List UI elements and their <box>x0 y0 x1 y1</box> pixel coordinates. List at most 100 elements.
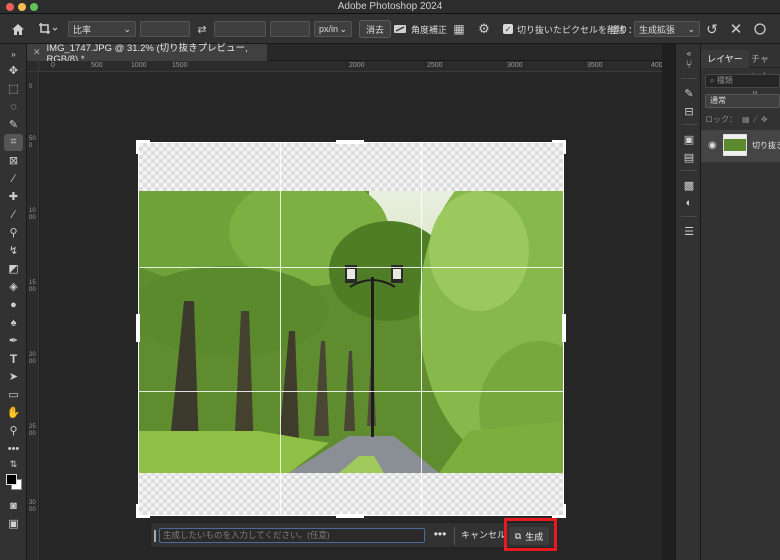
dodge-tool-icon[interactable]: ♠ <box>4 314 23 331</box>
prompt-input[interactable]: 生成したいものを入力してください。(任意) <box>159 528 425 543</box>
vertical-ruler: 0 500 1000 1500 2000 2500 3000 <box>27 72 39 560</box>
delete-cropped-checkbox[interactable]: ✓ 切り抜いたピクセルを削除 <box>503 20 625 38</box>
screen-mode-icon[interactable]: ▣ <box>4 515 23 532</box>
document-tab-bar: ✕ IMG_1747.JPG @ 31.2% (切り抜きプレビュー, RGB/8… <box>27 43 675 65</box>
fill-select[interactable]: 生成拡張 ⌄ <box>634 21 700 37</box>
history-brush-tool-icon[interactable]: ↯ <box>4 242 23 259</box>
straighten-icon[interactable] <box>392 20 408 38</box>
blur-tool-icon[interactable]: ● <box>4 296 23 313</box>
title-bar: Adobe Photoshop 2024 <box>0 0 780 14</box>
crop-handle-top[interactable] <box>336 140 364 144</box>
marquee-tool-icon[interactable]: ⬚ <box>4 80 23 97</box>
lock-label: ロック： <box>705 115 737 124</box>
ruler-label: 500 <box>91 62 103 69</box>
unit-select[interactable]: px/in ⌄ <box>314 21 352 37</box>
resolution-field[interactable] <box>270 21 310 37</box>
ruler-label: 2500 <box>427 62 443 69</box>
clear-button[interactable]: 消去 <box>359 20 392 38</box>
crop-handle-right[interactable] <box>562 314 566 342</box>
commit-crop-icon[interactable] <box>752 20 768 38</box>
drag-handle[interactable] <box>154 530 156 542</box>
healing-brush-tool-icon[interactable]: ✚ <box>4 188 23 205</box>
ruler-label: 3000 <box>507 62 523 69</box>
crop-tool-preset-icon[interactable] <box>34 20 62 38</box>
swap-icon[interactable]: ⇄ <box>194 20 210 38</box>
panel-tabs: レイヤー チャンネル <box>701 50 780 100</box>
crop-handle-bottom-right[interactable] <box>563 504 566 518</box>
width-field[interactable] <box>140 21 190 37</box>
lock-position-icon[interactable]: ✥ <box>761 115 768 124</box>
contextual-task-bar: 生成したいものを入力してください。(任意) ••• キャンセル ⧉ 生成 <box>150 522 556 548</box>
crop-handle-top-left[interactable] <box>136 140 139 154</box>
divider <box>681 124 697 125</box>
height-field[interactable] <box>214 21 266 37</box>
frame-tool-icon[interactable]: ⊠ <box>4 152 23 169</box>
straighten-label[interactable]: 角度補正 <box>411 20 447 38</box>
crop-box[interactable] <box>138 142 564 516</box>
brush-tool-icon[interactable]: ∕ <box>4 206 23 223</box>
layer-filter-field[interactable]: ⌕ 種類 <box>705 74 780 88</box>
history-panel-icon[interactable]: ⑂ <box>682 58 696 72</box>
crop-handle-bottom[interactable] <box>336 514 364 518</box>
eyedropper-tool-icon[interactable]: ⁄ <box>4 170 23 187</box>
brush-settings-icon[interactable]: ✎ <box>682 86 696 100</box>
more-options-button[interactable]: ••• <box>433 528 447 543</box>
layer-filter-value: 種類 <box>716 76 733 85</box>
swap-colors-icon[interactable]: ⇅ <box>4 456 23 473</box>
horizontal-ruler: 0 500 1000 1500 2000 2500 3000 3500 4000 <box>39 61 675 72</box>
tab-layers[interactable]: レイヤー <box>701 50 749 68</box>
document-panel-icon[interactable]: ▤ <box>682 150 696 164</box>
crop-handle-top-right[interactable] <box>563 140 566 154</box>
eraser-tool-icon[interactable]: ◩ <box>4 260 23 277</box>
delete-cropped-label: 切り抜いたピクセルを削除 <box>517 24 626 35</box>
properties-panel-icon[interactable]: ⊟ <box>682 104 696 118</box>
layers-panel: レイヤー チャンネル ⌕ 種類 通常 ロック： ▦ ∕ ✥ ◉ 切り抜き <box>701 44 780 560</box>
move-tool-icon[interactable]: ✥ <box>4 62 23 79</box>
tools-panel: » ✥ ⬚ ◌ ✎ ⌗ ⊠ ⁄ ✚ ∕ ⚲ ↯ ◩ ◈ ● ♠ ✒ T ➤ ▭ … <box>0 44 27 560</box>
window-title: Adobe Photoshop 2024 <box>337 1 443 12</box>
chevron-down-icon: ⌄ <box>123 23 131 34</box>
tab-channels[interactable]: チャンネル <box>745 50 780 100</box>
clone-stamp-tool-icon[interactable]: ⚲ <box>4 224 23 241</box>
collapse-toolbar-icon[interactable]: » <box>4 46 23 63</box>
lock-paint-icon[interactable]: ∕ <box>755 115 756 124</box>
lock-row: ロック： ▦ ∕ ✥ <box>705 114 768 125</box>
sliders-panel-icon[interactable]: ☰ <box>682 224 696 238</box>
quick-mask-icon[interactable]: ◙ <box>4 497 23 514</box>
type-tool-icon[interactable]: T <box>4 350 23 367</box>
cancel-button[interactable]: キャンセル <box>461 528 506 543</box>
layer-row[interactable]: ◉ 切り抜き <box>701 130 780 162</box>
document-tab[interactable]: ✕ IMG_1747.JPG @ 31.2% (切り抜きプレビュー, RGB/8… <box>27 43 267 65</box>
fill-label: 塗り： <box>610 24 638 35</box>
crop-tool-icon[interactable]: ⌗ <box>4 134 23 151</box>
blend-mode-select[interactable]: 通常 <box>705 94 780 108</box>
crop-handle-left[interactable] <box>136 314 140 342</box>
zoom-tool-icon[interactable]: ⚲ <box>4 422 23 439</box>
hand-tool-icon[interactable]: ✋ <box>4 404 23 421</box>
adjustments-panel-icon[interactable]: ◐ <box>682 196 696 210</box>
object-select-tool-icon[interactable]: ✎ <box>4 116 23 133</box>
visibility-eye-icon[interactable]: ◉ <box>708 140 717 151</box>
ruler-label: 2000 <box>349 62 365 69</box>
pen-tool-icon[interactable]: ✒ <box>4 332 23 349</box>
ratio-select[interactable]: 比率 ⌄ <box>68 21 136 37</box>
crop-handle-bottom-left[interactable] <box>136 504 139 518</box>
lock-transparency-icon[interactable]: ▦ <box>742 115 750 124</box>
close-tab-icon[interactable]: ✕ <box>33 47 41 58</box>
libraries-panel-icon[interactable]: ▣ <box>682 132 696 146</box>
chevron-down-icon: ⌄ <box>339 23 347 34</box>
search-icon: ⌕ <box>710 76 717 85</box>
lasso-tool-icon[interactable]: ◌ <box>4 98 23 115</box>
ruler-label: 2000 <box>29 352 36 365</box>
more-tools-icon[interactable]: ••• <box>4 440 23 457</box>
foreground-color-swatch[interactable] <box>6 474 17 485</box>
cancel-crop-icon[interactable]: ✕ <box>728 20 744 38</box>
swatches-panel-icon[interactable]: ▩ <box>682 178 696 192</box>
home-icon[interactable] <box>8 20 28 38</box>
gear-icon[interactable]: ⚙ <box>476 20 492 38</box>
reset-icon[interactable]: ↺ <box>704 20 720 38</box>
grid-overlay-icon[interactable]: ▦ <box>452 20 466 38</box>
gradient-tool-icon[interactable]: ◈ <box>4 278 23 295</box>
path-selection-tool-icon[interactable]: ➤ <box>4 368 23 385</box>
rectangle-tool-icon[interactable]: ▭ <box>4 386 23 403</box>
